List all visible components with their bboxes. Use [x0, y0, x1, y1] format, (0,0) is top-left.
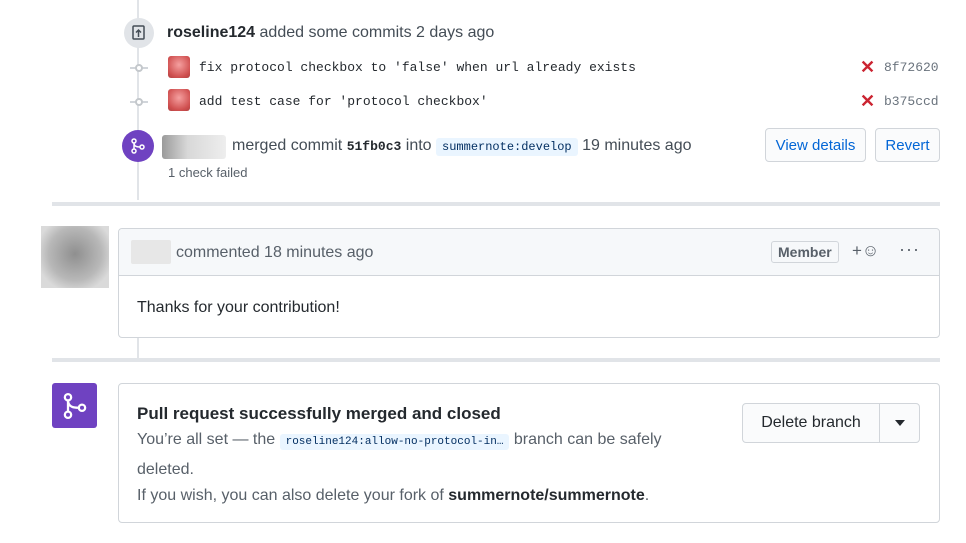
avatar[interactable]	[168, 56, 190, 78]
merged-text-after: branch can be safely	[513, 431, 662, 448]
commit-sha-link[interactable]: b375ccd	[884, 94, 939, 109]
timeline-separator	[52, 358, 940, 362]
timeline-line-mid	[137, 338, 139, 360]
avatar[interactable]	[162, 135, 226, 159]
push-icon	[124, 18, 154, 48]
commit-message-link[interactable]: fix protocol checkbox to 'false' when ur…	[199, 60, 636, 75]
commits-author-link[interactable]: roseline124	[167, 24, 255, 41]
merged-box: Pull request successfully merged and clo…	[118, 383, 940, 523]
into-text: into	[405, 137, 432, 154]
merged-title: Pull request successfully merged and clo…	[137, 404, 501, 423]
avatar[interactable]	[41, 226, 109, 288]
comment-header-text: commented 18 minutes ago	[176, 244, 374, 261]
comment-author-link[interactable]	[131, 240, 171, 264]
x-icon[interactable]: ✕	[860, 91, 875, 112]
comment-header: commented 18 minutes ago Member +☺ ···	[119, 229, 939, 276]
merge-time: 19 minutes ago	[582, 137, 692, 154]
x-icon[interactable]: ✕	[860, 57, 875, 78]
member-badge: Member	[771, 241, 839, 263]
merge-commit-sha-link[interactable]: 51fb0c3	[347, 139, 402, 154]
fork-text-after: .	[644, 487, 650, 504]
fork-text-before: If you wish, you can also delete your fo…	[137, 487, 444, 504]
delete-branch-button[interactable]: Delete branch	[743, 404, 880, 442]
comment-box: commented 18 minutes ago Member +☺ ··· T…	[118, 228, 940, 338]
base-branch-link[interactable]: summernote:develop	[436, 138, 578, 156]
head-branch-link[interactable]: roseline124:allow-no-protocol-in…	[279, 434, 510, 450]
delete-branch-button-group: Delete branch	[742, 403, 920, 443]
commits-event-text: added some commits 2 days ago	[259, 24, 495, 41]
revert-button[interactable]: Revert	[875, 128, 940, 162]
merge-icon	[122, 130, 154, 162]
caret-down-icon[interactable]	[880, 404, 919, 442]
merge-event-line: merged commit 51fb0c3 into summernote:de…	[232, 137, 692, 156]
avatar[interactable]	[168, 89, 190, 111]
commit-message-link[interactable]: add test case for 'protocol checkbox'	[199, 94, 488, 109]
commits-event-line: roseline124 added some commits 2 days ag…	[167, 24, 494, 42]
check-status-text: 1 check failed	[168, 165, 248, 180]
merge-icon	[52, 383, 97, 428]
commit-dot-icon	[135, 98, 143, 106]
smiley-icon[interactable]: +☺	[852, 241, 879, 261]
merged-description-line1: You’re all set — the roseline124:allow-n…	[137, 431, 662, 450]
commit-sha-link[interactable]: 8f72620	[884, 60, 939, 75]
timeline-separator	[52, 202, 940, 206]
merged-description-line2: deleted.	[137, 461, 194, 478]
merged-text-before: You’re all set — the	[137, 431, 276, 448]
fork-line: If you wish, you can also delete your fo…	[137, 487, 649, 505]
view-details-button[interactable]: View details	[765, 128, 866, 162]
comment-body: Thanks for your contribution!	[137, 299, 340, 316]
kebab-icon[interactable]: ···	[899, 239, 920, 260]
fork-repo-link[interactable]: summernote/summernote	[448, 487, 645, 504]
merged-commit-text: merged commit	[232, 137, 343, 154]
commit-dot-icon	[135, 64, 143, 72]
